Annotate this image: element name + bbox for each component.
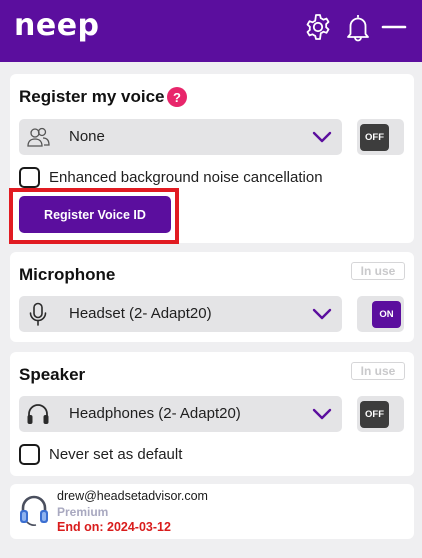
speaker-card: Speaker In use Headphones (2- Adapt20) O… — [10, 352, 414, 476]
chevron-down-icon — [312, 308, 332, 320]
app-header: neep — [0, 0, 422, 62]
speaker-title: Speaker — [19, 365, 86, 384]
headphones-icon — [27, 404, 49, 424]
speaker-toggle-state: OFF — [360, 401, 389, 428]
microphone-icon — [29, 302, 47, 326]
bell-icon[interactable] — [343, 12, 373, 42]
microphone-toggle[interactable]: ON — [357, 296, 404, 332]
users-icon — [27, 127, 50, 147]
chevron-down-icon — [312, 408, 332, 420]
speaker-status-badge: In use — [351, 362, 405, 380]
register-voice-title: Register my voice — [19, 87, 165, 106]
microphone-card: Microphone In use Headset (2- Adapt20) O… — [10, 252, 414, 342]
microphone-device-value: Headset (2- Adapt20) — [69, 305, 212, 322]
headset-avatar-icon — [20, 495, 48, 526]
voice-toggle[interactable]: OFF — [357, 119, 404, 155]
register-voice-id-button[interactable]: Register Voice ID — [19, 196, 171, 233]
account-card: drew@headsetadvisor.com Premium End on: … — [10, 484, 414, 539]
register-voice-card: Register my voice ? None OFF Enhanced ba… — [10, 74, 414, 243]
help-icon[interactable]: ? — [167, 87, 187, 107]
voice-profile-select[interactable]: None — [19, 119, 342, 155]
speaker-device-value: Headphones (2- Adapt20) — [69, 405, 241, 422]
microphone-title: Microphone — [19, 265, 116, 284]
noise-cancellation-label: Enhanced background noise cancellation — [49, 169, 323, 186]
speaker-device-select[interactable]: Headphones (2- Adapt20) — [19, 396, 342, 432]
microphone-toggle-state: ON — [372, 301, 401, 328]
microphone-device-select[interactable]: Headset (2- Adapt20) — [19, 296, 342, 332]
minimize-icon[interactable] — [381, 12, 407, 42]
app-logo: neep — [14, 8, 100, 43]
chevron-down-icon — [312, 131, 332, 143]
never-default-checkbox[interactable] — [19, 444, 40, 465]
noise-cancellation-checkbox[interactable] — [19, 167, 40, 188]
never-default-label: Never set as default — [49, 446, 183, 463]
microphone-status-badge: In use — [351, 262, 405, 280]
voice-toggle-state: OFF — [360, 124, 389, 151]
account-plan: Premium — [57, 505, 109, 519]
account-end-date: End on: 2024-03-12 — [57, 520, 171, 534]
gear-icon[interactable] — [303, 12, 333, 42]
voice-profile-value: None — [69, 128, 105, 145]
account-email: drew@headsetadvisor.com — [57, 489, 208, 503]
speaker-toggle[interactable]: OFF — [357, 396, 404, 432]
